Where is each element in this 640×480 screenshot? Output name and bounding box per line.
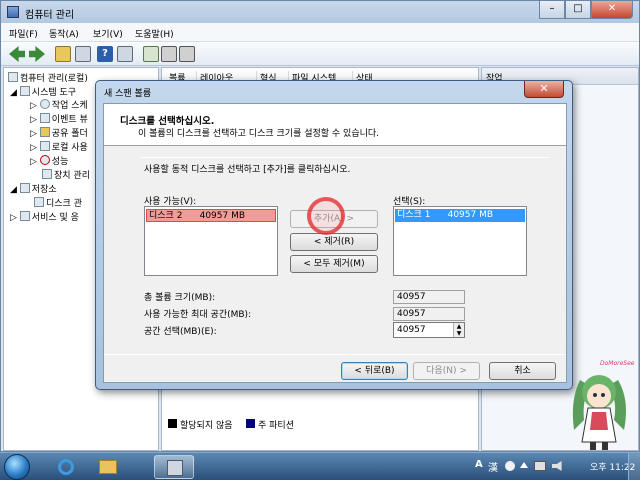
menu-view[interactable]: 보기(V) (93, 27, 123, 40)
forward-arrow-icon[interactable] (29, 46, 45, 62)
show-hide-tree-icon[interactable] (75, 46, 91, 62)
wizard-header-title: 디스크를 선택하십시오. (120, 116, 215, 127)
services-icon (19, 211, 30, 221)
ime-options-icon[interactable] (505, 461, 515, 471)
shared-folder-icon (39, 127, 50, 137)
tree-item-storage[interactable]: ◢ 저장소 (10, 182, 57, 195)
disk-icon[interactable] (161, 46, 177, 62)
cancel-button[interactable]: 취소 (489, 362, 556, 380)
available-disk-item[interactable]: 디스크 2 40957 MB (146, 209, 276, 222)
divider (140, 157, 550, 158)
dialog-title: 새 스팬 볼륨 (104, 89, 152, 99)
maximize-button[interactable]: □ (565, 1, 591, 19)
show-hidden-icons[interactable] (520, 462, 528, 468)
select-space-spinner[interactable]: 40957 ▲ ▼ (393, 322, 465, 338)
remove-button[interactable]: < 제거(R) (290, 233, 378, 251)
menu-bar: 파일(F) 동작(A) 보기(V) 도움말(H) (1, 23, 639, 42)
selected-disk-item[interactable]: 디스크 1 40957 MB (395, 209, 525, 222)
taskbar-explorer[interactable] (88, 455, 128, 479)
disk-management-icon (34, 197, 44, 207)
properties-icon[interactable] (117, 46, 133, 62)
taskbar-ie[interactable] (46, 455, 86, 479)
select-space-label: 공간 선택(MB)(E): (144, 327, 217, 337)
computer-management-icon (7, 6, 19, 18)
mascot-label: DoMoreSee (600, 360, 635, 367)
click-highlight-cursor (307, 197, 345, 235)
instruction-text: 사용할 동적 디스크를 선택하고 [추가]를 클릭하십시오. (144, 165, 351, 175)
select-space-value: 40957 (397, 325, 426, 335)
selected-disks-list[interactable]: 디스크 1 40957 MB (393, 206, 527, 276)
unallocated-swatch (168, 419, 177, 428)
help-icon[interactable]: ? (97, 46, 113, 62)
disk-legend: 할당되지 않음 주 파티션 (162, 416, 478, 432)
max-size-label: 사용 가능한 최대 공간(MB): (144, 310, 252, 320)
tree-item-system-tools[interactable]: ◢ 시스템 도구 (10, 85, 76, 98)
tree-item-services[interactable]: ▷ 서비스 및 응 (10, 210, 79, 223)
close-button[interactable]: ✕ (591, 1, 633, 19)
total-size-label: 총 볼륨 크기(MB): (144, 293, 216, 303)
remove-all-button[interactable]: < 모두 제거(M) (290, 255, 378, 273)
legend-unallocated: 할당되지 않음 (180, 421, 233, 431)
internet-explorer-icon (58, 459, 74, 475)
show-desktop-button[interactable] (628, 453, 640, 480)
up-folder-icon[interactable] (55, 46, 71, 62)
users-icon (39, 141, 50, 151)
storage-icon (19, 183, 30, 193)
start-button[interactable] (4, 454, 30, 480)
tree-item-computer-management[interactable]: 컴퓨터 관리(로컬) (8, 71, 88, 84)
refresh-icon[interactable] (143, 46, 159, 62)
tree-item-device-manager[interactable]: 장치 관리 (42, 168, 90, 181)
event-viewer-icon (39, 113, 50, 123)
button-divider (104, 354, 566, 355)
toolbar: ? (1, 42, 639, 66)
network-icon[interactable] (534, 461, 546, 471)
ime-hanja[interactable]: 漢 (488, 459, 498, 474)
folder-icon (99, 460, 117, 474)
minimize-button[interactable]: – (539, 1, 565, 19)
volume-icon[interactable] (552, 461, 562, 471)
taskbar-computer-management[interactable] (154, 455, 194, 479)
tools-icon (19, 86, 30, 96)
tree-item-event-viewer[interactable]: ▷ 이벤트 뷰 (30, 112, 88, 125)
total-size-value: 40957 (393, 290, 465, 304)
menu-action[interactable]: 동작(A) (49, 27, 79, 40)
window-title: 컴퓨터 관리 (25, 10, 75, 21)
performance-icon (39, 155, 50, 165)
tree-item-local-users[interactable]: ▷ 로컬 사용 (30, 140, 88, 153)
mascot-illustration (572, 375, 626, 450)
clock-icon (39, 99, 50, 109)
spinner-arrows-icon[interactable]: ▲ ▼ (453, 323, 464, 337)
title-bar[interactable]: 컴퓨터 관리 – □ ✕ (1, 1, 639, 23)
available-disks-list[interactable]: 디스크 2 40957 MB (144, 206, 278, 276)
taskbar: A 漢 오후 11:22 (0, 452, 640, 480)
primary-partition-swatch (246, 419, 255, 428)
max-size-value: 40957 (393, 307, 465, 321)
tree-item-disk-management[interactable]: 디스크 관 (34, 196, 82, 209)
computer-management-icon (167, 460, 183, 476)
back-arrow-icon[interactable] (9, 46, 25, 62)
computer-icon (8, 72, 18, 82)
ime-mode-a[interactable]: A (475, 459, 483, 470)
dialog-close-button[interactable]: ✕ (524, 81, 564, 98)
wizard-header: 디스크를 선택하십시오. 이 볼륨의 디스크를 선택하고 디스크 크기를 설정할… (104, 104, 566, 146)
device-manager-icon (42, 169, 52, 179)
new-spanned-volume-dialog: 새 스팬 볼륨 ✕ 디스크를 선택하십시오. 이 볼륨의 디스크를 선택하고 디… (95, 80, 573, 390)
tree-item-task-scheduler[interactable]: ▷ 작업 스케 (30, 98, 88, 111)
wizard-header-subtitle: 이 볼륨의 디스크를 선택하고 디스크 크기를 설정할 수 있습니다. (138, 129, 380, 139)
next-button[interactable]: 다음(N) > (413, 362, 480, 380)
menu-file[interactable]: 파일(F) (9, 27, 38, 40)
menu-help[interactable]: 도움말(H) (135, 27, 174, 40)
tree-item-shared-folders[interactable]: ▷ 공유 폴더 (30, 126, 88, 139)
tree-item-performance[interactable]: ▷ 성능 (30, 154, 68, 167)
legend-primary-partition: 주 파티션 (258, 421, 294, 431)
dialog-body: 디스크를 선택하십시오. 이 볼륨의 디스크를 선택하고 디스크 크기를 설정할… (103, 103, 567, 383)
settings-icon[interactable] (179, 46, 195, 62)
back-button[interactable]: < 뒤로(B) (341, 362, 408, 380)
